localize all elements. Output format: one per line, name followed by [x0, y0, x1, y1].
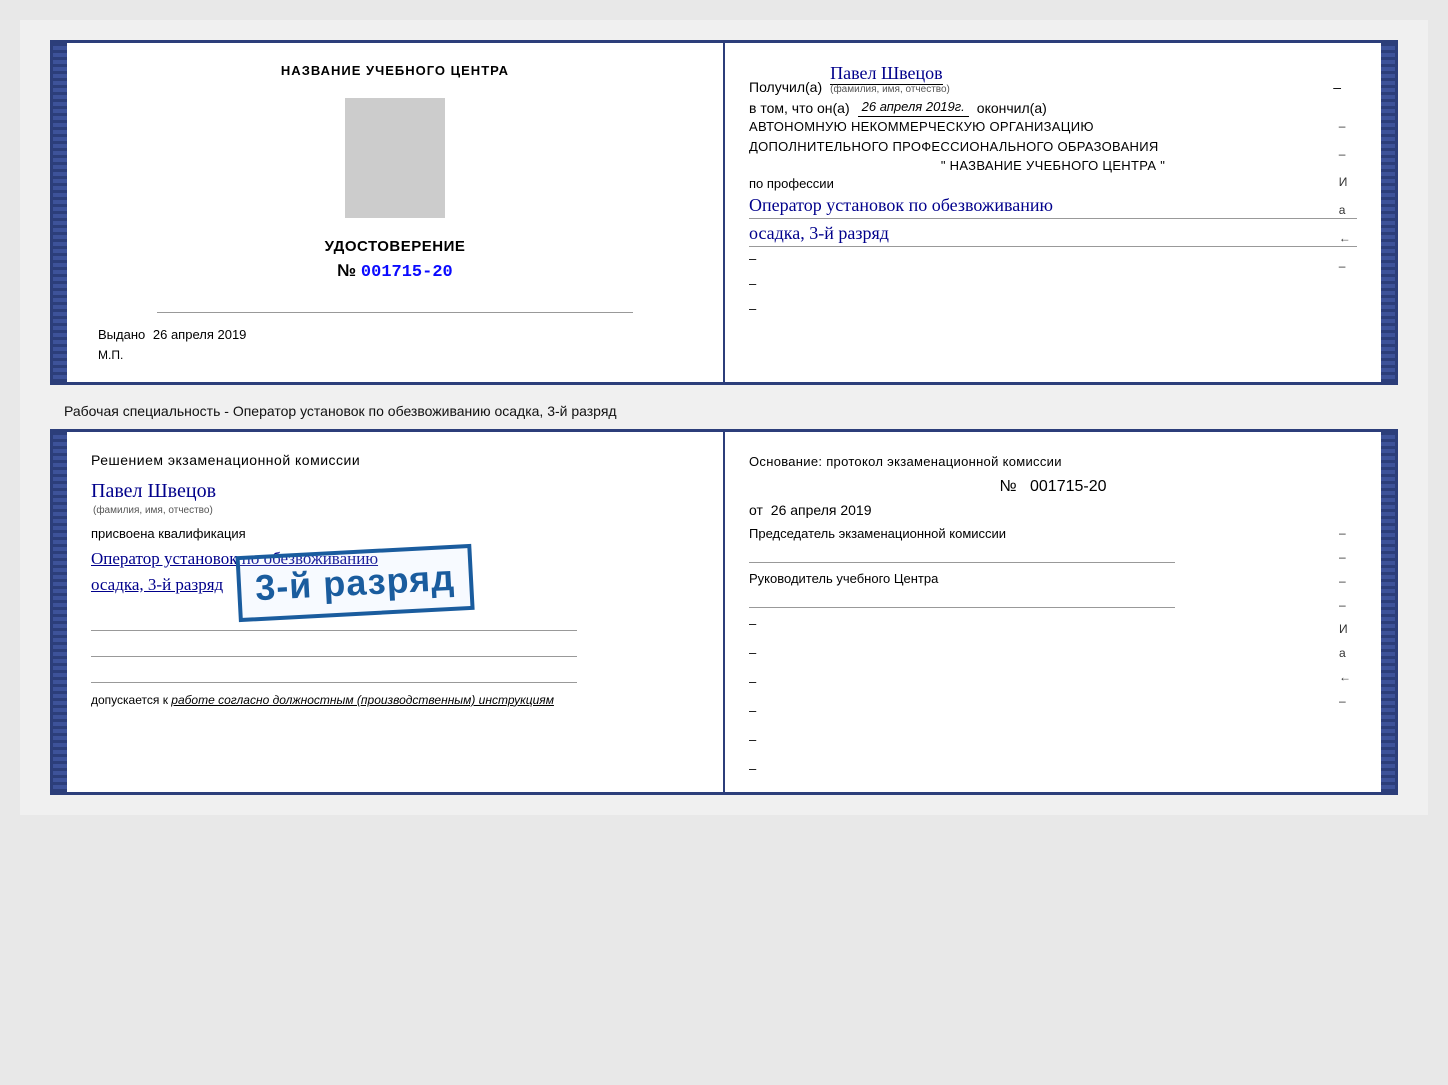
- side-letter-a: а: [1339, 201, 1351, 219]
- side-dash1: –: [1339, 117, 1351, 135]
- org-line2: ДОПОЛНИТЕЛЬНОГО ПРОФЕССИОНАЛЬНОГО ОБРАЗО…: [749, 137, 1357, 157]
- basis-label: Основание: протокол экзаменационной коми…: [749, 452, 1357, 472]
- issued-date: 26 апреля 2019: [153, 327, 247, 342]
- protocol-value: 001715-20: [1030, 478, 1107, 495]
- r-dash5: –: [1339, 694, 1351, 708]
- cert-title: УДОСТОВЕРЕНИЕ: [325, 238, 466, 255]
- chairman-label: Председатель экзаменационной комиссии: [749, 526, 1357, 541]
- issued-label: Выдано: [98, 327, 145, 342]
- decision-title: Решением экзаменационной комиссии: [91, 452, 699, 468]
- org-block: АВТОНОМНУЮ НЕКОММЕРЧЕСКУЮ ОРГАНИЗАЦИЮ ДО…: [749, 117, 1357, 176]
- signature-lines-bottom: [91, 611, 699, 683]
- org-line3: " НАЗВАНИЕ УЧЕБНОГО ЦЕНТРА ": [749, 156, 1357, 176]
- bottom-cert-left: Решением экзаменационной комиссии Павел …: [53, 432, 725, 792]
- stamp-text: 3-й разряд: [254, 557, 456, 609]
- protocol-number: № 001715-20: [749, 478, 1357, 496]
- top-dash5: –: [749, 276, 1357, 291]
- date-prefix: в том, что он(а): [749, 100, 850, 116]
- date-value-bottom: 26 апреля 2019: [771, 502, 872, 518]
- allowed-italic: работе согласно должностным (производств…: [171, 693, 554, 707]
- r-dash4: –: [1339, 598, 1351, 612]
- side-letter-i: И: [1339, 173, 1351, 191]
- cert-number-value: 001715-20: [361, 263, 453, 282]
- org-line1: АВТОНОМНУЮ НЕКОММЕРЧЕСКУЮ ОРГАНИЗАЦИЮ: [749, 117, 1357, 137]
- document-container: НАЗВАНИЕ УЧЕБНОГО ЦЕНТРА УДОСТОВЕРЕНИЕ №…: [20, 20, 1428, 815]
- bottom-right-inner: Основание: протокол экзаменационной коми…: [749, 452, 1357, 776]
- fio-label-top: (фамилия, имя, отчество): [830, 84, 950, 95]
- b-dash2: –: [749, 645, 1357, 660]
- sig-line-3: [91, 663, 577, 683]
- profession-value: Оператор установок по обезвоживанию: [749, 195, 1357, 219]
- b-dash6: –: [749, 761, 1357, 776]
- cert-number-prefix: №: [337, 261, 356, 280]
- b-dash5: –: [749, 732, 1357, 747]
- profession-label: по профессии: [749, 176, 1357, 191]
- date-prefix-bottom: от: [749, 502, 763, 518]
- date-line: в том, что он(а) 26 апреля 2019г. окончи…: [749, 99, 1357, 117]
- protocol-prefix: №: [999, 478, 1016, 495]
- b-dash3: –: [749, 674, 1357, 689]
- photo-placeholder: [345, 98, 445, 218]
- r-dash2: –: [1339, 550, 1351, 564]
- side-symbol: ←: [1339, 229, 1351, 247]
- allowed-text: допускается к работе согласно должностны…: [91, 693, 699, 707]
- r-letter-i: И: [1339, 622, 1351, 636]
- person-name-bottom: Павел Швецов: [91, 480, 699, 503]
- mp-label: М.П.: [98, 348, 692, 362]
- date-suffix: окончил(а): [977, 100, 1047, 116]
- sig-line-right-2: [749, 588, 1175, 608]
- top-dash4: –: [749, 251, 1357, 266]
- received-name: Павел Швецов: [830, 63, 943, 85]
- side-dash2: –: [1339, 145, 1351, 163]
- top-cert-right: Получил(а) Павел Швецов (фамилия, имя, о…: [725, 43, 1395, 382]
- date-value: 26 апреля 2019г.: [858, 99, 969, 117]
- allowed-prefix: допускается к: [91, 693, 168, 707]
- issued-line: Выдано 26 апреля 2019: [98, 327, 692, 342]
- r-dash1: –: [1339, 526, 1351, 540]
- fio-small-bottom: (фамилия, имя, отчество): [93, 505, 699, 516]
- assigned-label: присвоена квалификация: [91, 526, 699, 541]
- between-label: Рабочая специальность - Оператор установ…: [64, 403, 1398, 419]
- sig-line-2: [91, 637, 577, 657]
- side-dash3: –: [1339, 257, 1351, 275]
- r-dash3: –: [1339, 574, 1351, 588]
- head-label: Руководитель учебного Центра: [749, 571, 1357, 586]
- org-name-top: НАЗВАНИЕ УЧЕБНОГО ЦЕНТРА: [281, 63, 509, 78]
- top-dash6: –: [749, 301, 1357, 316]
- protocol-date: от 26 апреля 2019: [749, 502, 1357, 518]
- stamp-overlay: 3-й разряд: [235, 544, 474, 622]
- received-prefix: Получил(а): [749, 79, 822, 95]
- bottom-certificate: Решением экзаменационной комиссии Павел …: [50, 429, 1398, 795]
- speciality-value: осадка, 3-й разряд: [749, 223, 1357, 247]
- b-dash4: –: [749, 703, 1357, 718]
- r-letter-a: а: [1339, 646, 1351, 660]
- cert-number: № 001715-20: [337, 261, 453, 282]
- dash1: –: [1333, 79, 1341, 95]
- sig-line-right-1: [749, 543, 1175, 563]
- r-symbol: ←: [1339, 670, 1351, 684]
- b-dash1: –: [749, 616, 1357, 631]
- top-certificate: НАЗВАНИЕ УЧЕБНОГО ЦЕНТРА УДОСТОВЕРЕНИЕ №…: [50, 40, 1398, 385]
- profession-block: по профессии Оператор установок по обезв…: [749, 176, 1357, 247]
- bottom-cert-right: Основание: протокол экзаменационной коми…: [725, 432, 1395, 792]
- top-cert-left: НАЗВАНИЕ УЧЕБНОГО ЦЕНТРА УДОСТОВЕРЕНИЕ №…: [53, 43, 725, 382]
